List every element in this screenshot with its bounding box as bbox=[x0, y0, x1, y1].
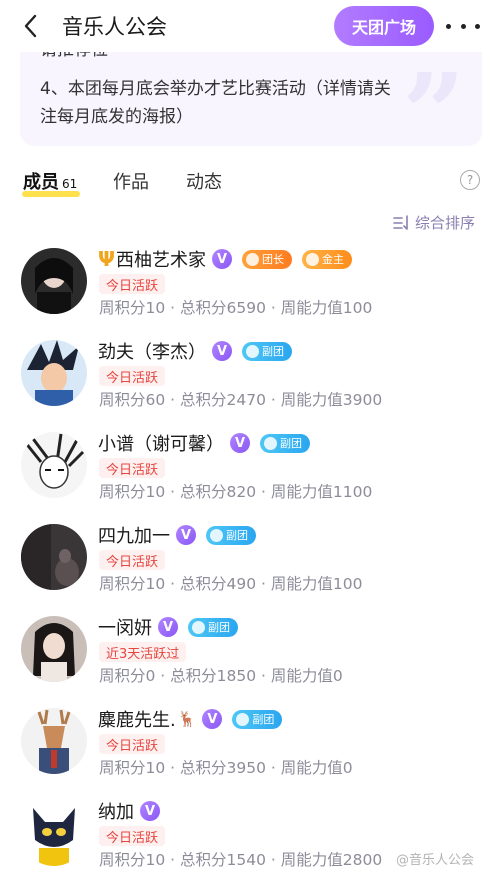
sort-icon bbox=[393, 214, 408, 230]
verified-icon: V bbox=[212, 249, 232, 269]
role-badge-vice: 副团 bbox=[188, 617, 238, 637]
member-name-row: 劲夫（李杰） V 副团 bbox=[98, 338, 292, 364]
member-row[interactable]: 小谱（谢可馨） V 副团 今日活跃 周积分10 · 总积分820 · 周能力值1… bbox=[0, 432, 500, 524]
member-stats: 周积分10 · 总积分490 · 周能力值100 bbox=[99, 575, 363, 593]
role-badge-vice: 副团 bbox=[206, 525, 256, 545]
tab-bar: 成员 61 作品 动态 ? bbox=[0, 164, 500, 204]
verified-icon: V bbox=[212, 341, 232, 361]
notice-line-2: 注每月底发的海报） bbox=[40, 107, 193, 127]
deer-icon: 🦌 bbox=[177, 710, 197, 728]
avatar[interactable] bbox=[21, 432, 87, 498]
member-name-row: 纳加 V bbox=[98, 798, 160, 824]
member-name[interactable]: 四九加一 bbox=[98, 522, 170, 548]
activity-tag: 今日活跃 bbox=[99, 274, 166, 294]
tab-works[interactable]: 作品 bbox=[113, 168, 149, 194]
avatar[interactable] bbox=[21, 248, 87, 314]
sort-button[interactable]: 综合排序 bbox=[393, 212, 475, 233]
avatar[interactable] bbox=[21, 800, 87, 866]
verified-icon: V bbox=[202, 709, 223, 729]
member-row[interactable]: 一闵妍 V 副团 近3天活跃过 周积分0 · 总积分1850 · 周能力值0 bbox=[0, 616, 500, 708]
verified-icon: V bbox=[140, 801, 160, 821]
avatar[interactable] bbox=[21, 524, 87, 590]
back-arrow-icon[interactable] bbox=[18, 10, 46, 42]
member-name[interactable]: 一闵妍 bbox=[98, 614, 152, 640]
member-stats: 周积分10 · 总积分820 · 周能力值1100 bbox=[99, 483, 373, 501]
member-name[interactable]: 西柚艺术家 bbox=[116, 246, 206, 272]
watermark: @音乐人公会 bbox=[396, 853, 475, 868]
member-name[interactable]: 麋鹿先生. bbox=[98, 706, 176, 732]
avatar[interactable] bbox=[21, 616, 87, 682]
activity-tag: 近3天活跃过 bbox=[99, 642, 187, 662]
member-stats: 周积分10 · 总积分1540 · 周能力值2800 bbox=[99, 851, 383, 869]
member-name-row: Ψ 西柚艺术家 V 团长 金主 bbox=[98, 246, 352, 272]
avatar[interactable] bbox=[21, 708, 87, 774]
verified-icon: V bbox=[158, 617, 178, 637]
member-name-row: 小谱（谢可馨） V 副团 bbox=[98, 430, 310, 456]
avatar[interactable] bbox=[21, 340, 87, 406]
member-name-row: 一闵妍 V 副团 bbox=[98, 614, 238, 640]
member-name-row: 四九加一 V 副团 bbox=[98, 522, 256, 548]
notice-line-1: 4、本团每月底会举办才艺比赛活动（详情请关 bbox=[40, 79, 391, 99]
quote-mark-icon: ” bbox=[402, 49, 466, 147]
activity-tag: 今日活跃 bbox=[99, 458, 166, 478]
trident-icon: Ψ bbox=[98, 247, 115, 271]
sort-label: 综合排序 bbox=[415, 214, 476, 232]
member-row[interactable]: 劲夫（李杰） V 副团 今日活跃 周积分60 · 总积分2470 · 周能力值3… bbox=[0, 340, 500, 432]
member-stats: 周积分60 · 总积分2470 · 周能力值3900 bbox=[99, 391, 383, 409]
role-badge-vice: 副团 bbox=[260, 433, 310, 453]
activity-tag: 今日活跃 bbox=[99, 734, 166, 754]
member-stats: 周积分10 · 总积分3950 · 周能力值0 bbox=[99, 759, 353, 777]
member-name[interactable]: 小谱（谢可馨） bbox=[98, 430, 224, 456]
activity-tag: 今日活跃 bbox=[99, 550, 166, 570]
activity-tag: 今日活跃 bbox=[99, 826, 166, 846]
member-name-row: 麋鹿先生. 🦌 V 副团 bbox=[98, 706, 283, 732]
member-row[interactable]: 麋鹿先生. 🦌 V 副团 今日活跃 周积分10 · 总积分3950 · 周能力值… bbox=[0, 708, 500, 800]
member-stats: 周积分10 · 总积分6590 · 周能力值100 bbox=[99, 299, 373, 317]
notice-clipped-line: 请推荐位 bbox=[40, 50, 108, 60]
tab-feed[interactable]: 动态 bbox=[186, 168, 222, 194]
role-badge-leader: 团长 bbox=[242, 249, 292, 269]
member-stats: 周积分0 · 总积分1850 · 周能力值0 bbox=[99, 667, 343, 685]
tab-active-indicator bbox=[22, 191, 80, 197]
role-badge-vice: 副团 bbox=[232, 709, 283, 729]
role-badge-gold: 金主 bbox=[302, 249, 352, 269]
member-name[interactable]: 纳加 bbox=[98, 798, 134, 824]
activity-tag: 今日活跃 bbox=[99, 366, 166, 386]
member-row[interactable]: Ψ 西柚艺术家 V 团长 金主 今日活跃 周积分10 · 总积分6590 · 周… bbox=[0, 246, 500, 340]
group-square-button[interactable]: 天团广场 bbox=[334, 6, 434, 46]
more-options-icon[interactable] bbox=[446, 12, 480, 40]
members-count: 61 bbox=[62, 177, 78, 191]
member-row[interactable]: 四九加一 V 副团 今日活跃 周积分10 · 总积分490 · 周能力值100 bbox=[0, 524, 500, 616]
role-badge-vice: 副团 bbox=[242, 341, 292, 361]
verified-icon: V bbox=[176, 525, 196, 545]
help-icon[interactable]: ? bbox=[460, 170, 480, 190]
member-name[interactable]: 劲夫（李杰） bbox=[98, 338, 206, 364]
page-title: 音乐人公会 bbox=[62, 15, 167, 39]
verified-icon: V bbox=[230, 433, 250, 453]
top-bar: 音乐人公会 天团广场 bbox=[0, 0, 500, 52]
